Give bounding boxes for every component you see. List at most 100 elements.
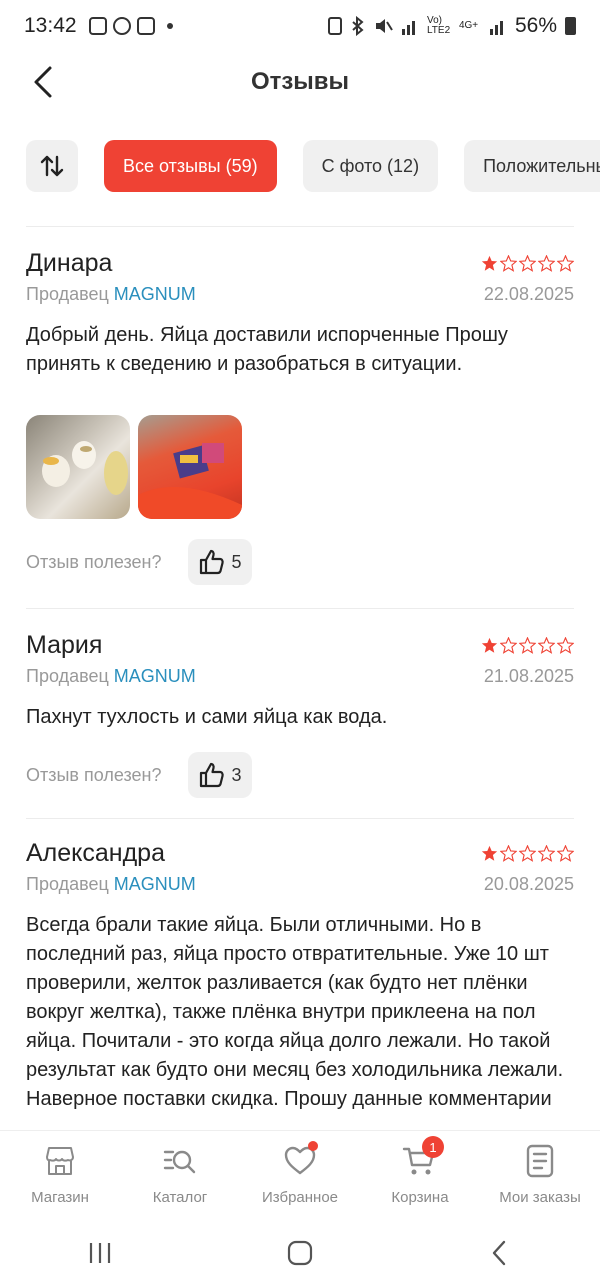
orders-icon (526, 1144, 554, 1178)
thumbs-up-icon (199, 762, 224, 788)
eggs-photo-image (42, 441, 128, 495)
star-filled-icon (481, 255, 498, 271)
like-button[interactable]: 3 (187, 752, 252, 798)
bluetooth-icon (352, 16, 364, 36)
star-empty-icon (557, 844, 574, 862)
seller-link[interactable]: MAGNUM (114, 666, 196, 686)
star-empty-icon (519, 254, 536, 272)
seller-link[interactable]: MAGNUM (114, 874, 196, 894)
review-photo[interactable] (138, 415, 242, 519)
seller-prefix: Продавец (26, 874, 109, 894)
review-card: Динара Продавец MAGNUM 22.08.2025 Добрый… (26, 246, 574, 585)
review-filters: Все отзывы (59) С фото (12) Положительны… (26, 140, 600, 192)
store-icon (46, 1147, 74, 1175)
like-button[interactable]: 5 (187, 539, 252, 585)
star-empty-icon (538, 844, 555, 862)
notification-dot (308, 1141, 318, 1151)
rating-stars (481, 844, 574, 862)
system-navigation-bar (0, 1220, 600, 1286)
seller-line: Продавец MAGNUM (26, 666, 196, 687)
instagram-notification-icon (136, 17, 155, 35)
home-icon[interactable] (285, 1238, 315, 1268)
review-card: Мария Продавец MAGNUM 21.08.2025 Пахнут … (26, 628, 574, 798)
gallery-notification-icon (88, 17, 107, 35)
nav-label: Корзина (391, 1189, 449, 1206)
thumbs-up-icon (199, 549, 224, 575)
star-empty-icon (519, 844, 536, 862)
review-date: 22.08.2025 (483, 284, 574, 304)
star-empty-icon (557, 254, 574, 272)
review-clip: Александра Продавец MAGNUM 20.08.2025 Вс… (0, 836, 600, 1130)
filter-chip-all[interactable]: Все отзывы (59) (104, 140, 277, 192)
notification-icons (88, 17, 173, 35)
star-filled-icon (481, 845, 498, 861)
nav-item-orders[interactable]: Мои заказы (480, 1131, 600, 1220)
star-empty-icon (557, 636, 574, 654)
star-empty-icon (519, 636, 536, 654)
system-status-icons: Vo) LTE2 4G+ 56% (327, 14, 576, 38)
review-date: 21.08.2025 (483, 666, 574, 686)
nav-label: Избранное (261, 1189, 339, 1206)
review-text: Добрый день. Яйца доставили испорченные … (26, 324, 508, 375)
nav-item-favorites[interactable]: Избранное (240, 1131, 360, 1220)
nav-item-store[interactable]: Магазин (0, 1131, 120, 1220)
divider (26, 818, 574, 819)
back-arrow-icon[interactable] (28, 64, 64, 100)
rating-stars (481, 254, 574, 272)
reviewer-name: Александра (26, 838, 165, 867)
review-date: 20.08.2025 (483, 874, 574, 894)
divider (26, 226, 574, 227)
seller-line: Продавец MAGNUM (26, 284, 196, 305)
seller-link[interactable]: MAGNUM (114, 284, 196, 304)
sort-button[interactable] (26, 140, 78, 192)
signal-2-icon (489, 21, 503, 35)
review-text: Пахнут тухлость и сами яйца как вода. (26, 706, 388, 728)
filter-chip-with-photo[interactable]: С фото (12) (302, 140, 439, 192)
star-empty-icon (538, 636, 555, 654)
star-filled-icon (481, 637, 498, 653)
recent-apps-icon[interactable] (85, 1238, 115, 1268)
star-empty-icon (500, 254, 517, 272)
review-card: Александра Продавец MAGNUM 20.08.2025 Вс… (26, 836, 574, 1114)
catalog-search-icon (163, 1150, 196, 1174)
whatsapp-notification-icon (112, 17, 131, 35)
divider (26, 608, 574, 609)
review-photos (26, 415, 574, 519)
useful-label: Отзыв полезен? (26, 551, 162, 572)
reviewer-name: Динара (26, 248, 113, 277)
system-back-icon[interactable] (485, 1238, 515, 1268)
nav-label: Магазин (31, 1189, 89, 1206)
rating-stars (481, 636, 574, 654)
seller-prefix: Продавец (26, 284, 109, 304)
review-text: Всегда брали такие яйца. Были отличными.… (26, 914, 564, 1110)
review-photo[interactable] (26, 415, 130, 519)
page-header: Отзывы (0, 52, 600, 112)
volte-label: Vo) LTE2 (426, 15, 451, 36)
nav-item-catalog[interactable]: Каталог (120, 1131, 240, 1220)
seller-line: Продавец MAGNUM (26, 874, 196, 895)
star-empty-icon (538, 254, 555, 272)
star-empty-icon (500, 844, 517, 862)
nfc-icon (327, 17, 342, 35)
like-count: 5 (231, 551, 242, 572)
nav-item-cart[interactable]: 1 Корзина (360, 1131, 480, 1220)
like-count: 3 (231, 764, 242, 785)
sort-icon (40, 155, 64, 177)
useful-row: Отзыв полезен? 3 (26, 752, 574, 798)
battery-percent: 56% (514, 14, 557, 37)
useful-label: Отзыв полезен? (26, 764, 162, 785)
nav-label: Мои заказы (499, 1189, 581, 1206)
useful-row: Отзыв полезен? 5 (26, 539, 574, 585)
seller-prefix: Продавец (26, 666, 109, 686)
battery-icon (565, 17, 576, 35)
filter-chip-positive[interactable]: Положительные (464, 140, 600, 192)
page-title: Отзывы (250, 68, 350, 95)
more-notifications-icon (166, 23, 173, 29)
package-photo-image (138, 443, 242, 519)
mute-icon (375, 19, 393, 33)
reviewer-name: Мария (26, 630, 103, 659)
status-time: 13:42 (24, 14, 77, 37)
network-type-label: 4G+ (458, 20, 479, 31)
star-empty-icon (500, 636, 517, 654)
signal-1-icon (401, 21, 415, 35)
